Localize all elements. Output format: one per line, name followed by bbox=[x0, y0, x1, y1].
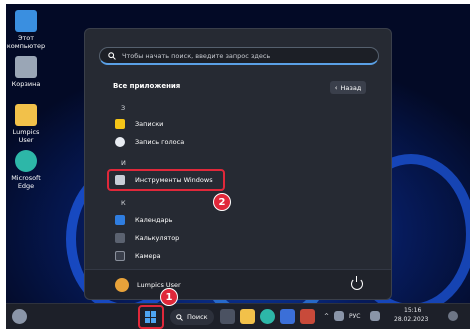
start-button[interactable] bbox=[145, 311, 157, 323]
desktop-icon-this-pc[interactable]: Этот компьютер bbox=[6, 10, 46, 50]
desktop-icon-label: Этот компьютер bbox=[6, 34, 46, 50]
calculator-icon bbox=[115, 233, 125, 243]
letter-header[interactable]: К bbox=[121, 199, 126, 207]
app-name: Записки bbox=[135, 120, 164, 128]
back-label: Назад bbox=[340, 83, 362, 92]
windows-tools-icon bbox=[115, 175, 125, 185]
desktop-icon-label: Microsoft Edge bbox=[11, 174, 41, 190]
windows-logo-icon bbox=[145, 311, 150, 317]
letter-header[interactable]: З bbox=[121, 104, 125, 112]
power-icon[interactable] bbox=[351, 276, 363, 290]
clock-time[interactable]: 15:16 bbox=[404, 307, 421, 314]
search-icon bbox=[108, 51, 116, 60]
app-sticky-notes[interactable]: Записки bbox=[115, 117, 163, 131]
app-calculator[interactable]: Калькулятор bbox=[115, 231, 179, 245]
search-icon bbox=[176, 313, 183, 321]
store-icon[interactable] bbox=[280, 309, 295, 324]
desktop-icon-recycle-bin[interactable]: Корзина bbox=[6, 56, 46, 88]
screenshot-frame: Этот компьютер Корзина Lumpics User Micr… bbox=[0, 0, 474, 331]
app-name: Калькулятор bbox=[135, 234, 180, 242]
camera-icon bbox=[115, 251, 125, 261]
sticky-notes-icon bbox=[115, 119, 125, 129]
volume-icon[interactable] bbox=[370, 311, 380, 321]
chevron-up-icon[interactable]: ^ bbox=[324, 313, 329, 320]
taskbar-search[interactable]: Поиск bbox=[170, 309, 214, 325]
desktop-icon-label: Lumpics User bbox=[12, 128, 40, 144]
notification-icon[interactable] bbox=[448, 311, 458, 321]
taskbar: Поиск ^ РУС 15:16 28.02.2023 bbox=[6, 303, 470, 329]
office-icon[interactable] bbox=[300, 309, 315, 324]
voice-recorder-icon bbox=[115, 137, 125, 147]
desktop-icon-user-folder[interactable]: Lumpics User bbox=[6, 104, 46, 144]
app-windows-tools[interactable]: Инструменты Windows bbox=[115, 173, 213, 187]
app-camera[interactable]: Камера bbox=[115, 249, 161, 263]
task-view-icon[interactable] bbox=[220, 309, 235, 324]
start-footer: Lumpics User bbox=[85, 269, 391, 299]
app-name: Запись голоса bbox=[135, 138, 185, 146]
weather-icon[interactable] bbox=[12, 309, 27, 324]
all-apps-title: Все приложения bbox=[113, 82, 181, 90]
language-indicator[interactable]: РУС bbox=[349, 313, 360, 320]
folder-icon bbox=[15, 104, 37, 126]
calendar-icon bbox=[115, 215, 125, 225]
app-voice-recorder[interactable]: Запись голоса bbox=[115, 135, 184, 149]
app-name: Камера bbox=[135, 252, 161, 260]
edge-icon[interactable] bbox=[260, 309, 275, 324]
edge-icon bbox=[15, 150, 37, 172]
clock-date[interactable]: 28.02.2023 bbox=[394, 316, 428, 323]
letter-header[interactable]: И bbox=[121, 159, 126, 167]
file-explorer-icon[interactable] bbox=[240, 309, 255, 324]
desktop: Этот компьютер Корзина Lumpics User Micr… bbox=[6, 4, 470, 329]
start-menu: Чтобы начать поиск, введите запрос здесь… bbox=[84, 28, 392, 300]
app-name: Календарь bbox=[135, 216, 173, 224]
taskbar-search-label: Поиск bbox=[187, 313, 208, 321]
chevron-left-icon: ‹ bbox=[334, 83, 338, 92]
app-calendar[interactable]: Календарь bbox=[115, 213, 172, 227]
start-search-input[interactable]: Чтобы начать поиск, введите запрос здесь bbox=[99, 47, 379, 65]
computer-icon bbox=[15, 10, 37, 32]
avatar[interactable] bbox=[115, 278, 129, 292]
step-badge-2: 2 bbox=[213, 193, 231, 211]
network-icon[interactable] bbox=[334, 311, 344, 321]
app-name: Инструменты Windows bbox=[135, 176, 213, 184]
step-badge-1: 1 bbox=[160, 288, 178, 306]
desktop-icon-edge[interactable]: Microsoft Edge bbox=[6, 150, 46, 190]
user-name[interactable]: Lumpics User bbox=[137, 281, 181, 289]
recycle-bin-icon bbox=[15, 56, 37, 78]
back-button[interactable]: ‹ Назад bbox=[330, 81, 366, 94]
search-placeholder: Чтобы начать поиск, введите запрос здесь bbox=[122, 51, 271, 60]
desktop-icon-label: Корзина bbox=[11, 80, 41, 88]
